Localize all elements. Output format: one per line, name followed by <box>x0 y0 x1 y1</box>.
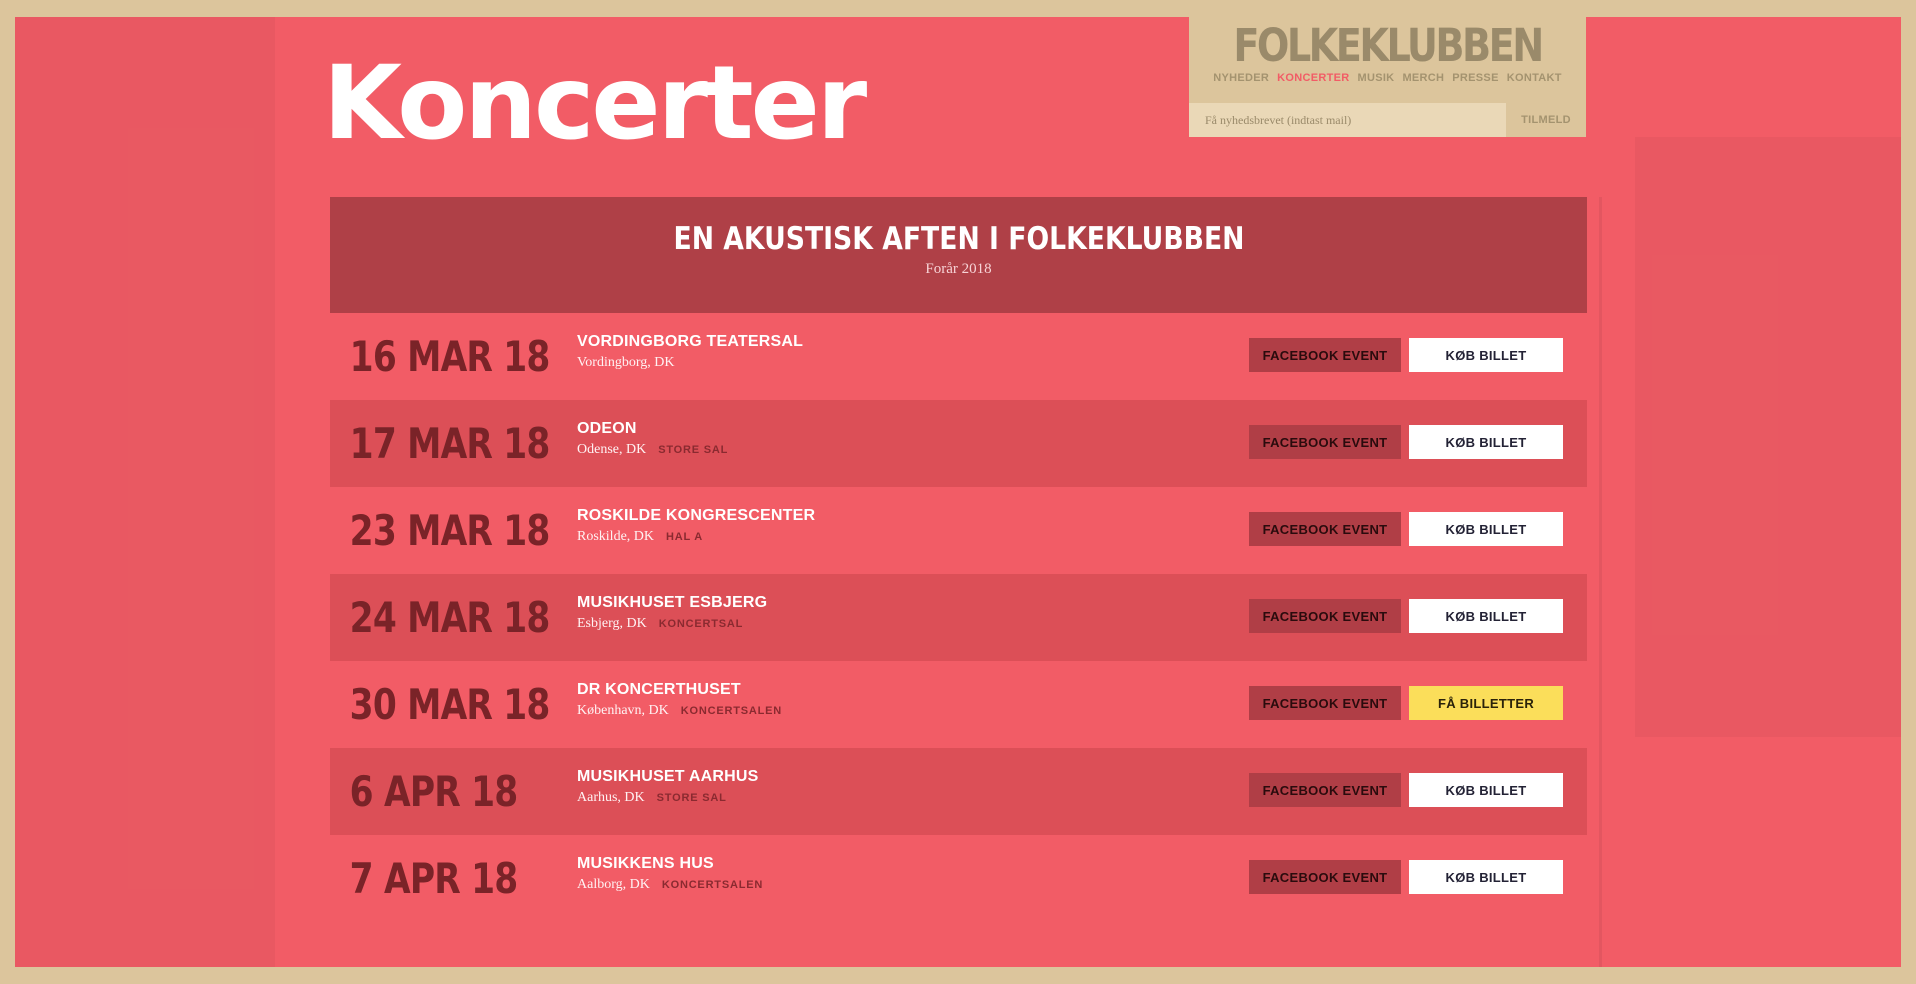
facebook-event-button[interactable]: FACEBOOK EVENT <box>1249 425 1401 459</box>
tour-header: EN AKUSTISK AFTEN I FOLKEKLUBBEN Forår 2… <box>330 197 1587 313</box>
newsletter-form: TILMELD <box>1189 103 1586 137</box>
venue-hall: KONCERTSAL <box>658 618 744 630</box>
venue-location: Esbjerg, DK KONCERTSAL <box>577 616 767 632</box>
venue-info: MUSIKHUSET AARHUS Aarhus, DK STORE SAL <box>577 768 758 806</box>
concert-date: 7 APR 18 <box>349 854 519 903</box>
venue-location: Odense, DK STORE SAL <box>577 442 728 458</box>
buy-ticket-button[interactable]: KØB BILLET <box>1409 599 1563 633</box>
venue-hall: STORE SAL <box>658 444 729 456</box>
concert-row: 17 MAR 18 ODEON Odense, DK STORE SAL FAC… <box>330 400 1587 487</box>
concert-date: 30 MAR 18 <box>349 680 551 729</box>
nav-item-musik[interactable]: MUSIK <box>1357 72 1394 84</box>
facebook-event-button[interactable]: FACEBOOK EVENT <box>1249 512 1401 546</box>
venue-name: MUSIKHUSET AARHUS <box>577 768 759 785</box>
facebook-event-button[interactable]: FACEBOOK EVENT <box>1249 773 1401 807</box>
page-title: Koncerter <box>323 44 867 163</box>
concert-date: 24 MAR 18 <box>349 593 551 642</box>
concert-row: 30 MAR 18 DR KONCERTHUSET København, DK … <box>330 661 1587 748</box>
brand-header: FOLKEKLUBBEN NYHEDER KONCERTER MUSIK MER… <box>1189 17 1586 137</box>
nav-item-presse[interactable]: PRESSE <box>1452 72 1498 84</box>
venue-name: VORDINGBORG TEATERSAL <box>577 333 804 350</box>
panel-divider <box>1599 197 1602 967</box>
venue-name: ROSKILDE KONGRESCENTER <box>577 507 816 524</box>
newsletter-signup-button[interactable]: TILMELD <box>1506 103 1586 137</box>
concert-date: 6 APR 18 <box>349 767 519 816</box>
facebook-event-button[interactable]: FACEBOOK EVENT <box>1249 338 1401 372</box>
concert-row: 7 APR 18 MUSIKKENS HUS Aalborg, DK KONCE… <box>330 835 1587 922</box>
venue-city: Esbjerg, DK <box>577 616 647 631</box>
venue-city: Aalborg, DK <box>577 877 650 892</box>
concert-date: 23 MAR 18 <box>349 506 551 555</box>
get-tickets-button[interactable]: FÅ BILLETTER <box>1409 686 1563 720</box>
row-actions: FACEBOOK EVENT FÅ BILLETTER <box>1249 686 1563 720</box>
venue-location: Vordingborg, DK <box>577 355 803 371</box>
venue-location: København, DK KONCERTSALEN <box>577 703 782 719</box>
logo[interactable]: FOLKEKLUBBEN <box>1219 19 1556 72</box>
facebook-event-button[interactable]: FACEBOOK EVENT <box>1249 686 1401 720</box>
concert-row: 16 MAR 18 VORDINGBORG TEATERSAL Vordingb… <box>330 313 1587 400</box>
nav-item-nyheder[interactable]: NYHEDER <box>1213 72 1269 84</box>
concert-row: 23 MAR 18 ROSKILDE KONGRESCENTER Roskild… <box>330 487 1587 574</box>
venue-info: ROSKILDE KONGRESCENTER Roskilde, DK HAL … <box>577 507 815 545</box>
venue-hall: STORE SAL <box>656 792 727 804</box>
concert-date: 16 MAR 18 <box>349 332 551 381</box>
background-decoration <box>1635 137 1901 737</box>
buy-ticket-button[interactable]: KØB BILLET <box>1409 425 1563 459</box>
venue-city: København, DK <box>577 703 669 718</box>
row-actions: FACEBOOK EVENT KØB BILLET <box>1249 338 1563 372</box>
venue-info: VORDINGBORG TEATERSAL Vordingborg, DK <box>577 333 803 371</box>
venue-city: Aarhus, DK <box>577 790 645 805</box>
tour-title: EN AKUSTISK AFTEN I FOLKEKLUBBEN <box>672 221 1245 257</box>
venue-name: ODEON <box>577 420 637 437</box>
row-actions: FACEBOOK EVENT KØB BILLET <box>1249 512 1563 546</box>
buy-ticket-button[interactable]: KØB BILLET <box>1409 512 1563 546</box>
facebook-event-button[interactable]: FACEBOOK EVENT <box>1249 599 1401 633</box>
venue-hall: HAL A <box>666 531 703 543</box>
venue-name: MUSIKKENS HUS <box>577 855 714 872</box>
nav-item-koncerter[interactable]: KONCERTER <box>1277 72 1349 84</box>
concert-list: EN AKUSTISK AFTEN I FOLKEKLUBBEN Forår 2… <box>330 197 1587 922</box>
tour-subtitle: Forår 2018 <box>925 261 992 277</box>
venue-city: Vordingborg, DK <box>577 355 675 370</box>
row-actions: FACEBOOK EVENT KØB BILLET <box>1249 773 1563 807</box>
background-decoration <box>15 17 275 967</box>
concert-row: 24 MAR 18 MUSIKHUSET ESBJERG Esbjerg, DK… <box>330 574 1587 661</box>
venue-location: Aalborg, DK KONCERTSALEN <box>577 877 763 893</box>
venue-info: DR KONCERTHUSET København, DK KONCERTSAL… <box>577 681 782 719</box>
venue-info: MUSIKKENS HUS Aalborg, DK KONCERTSALEN <box>577 855 763 893</box>
venue-city: Odense, DK <box>577 442 647 457</box>
venue-info: ODEON Odense, DK STORE SAL <box>577 420 728 458</box>
venue-hall: KONCERTSALEN <box>661 879 764 891</box>
buy-ticket-button[interactable]: KØB BILLET <box>1409 338 1563 372</box>
venue-name: DR KONCERTHUSET <box>577 681 741 698</box>
venue-city: Roskilde, DK <box>577 529 654 544</box>
row-actions: FACEBOOK EVENT KØB BILLET <box>1249 860 1563 894</box>
buy-ticket-button[interactable]: KØB BILLET <box>1409 773 1563 807</box>
venue-hall: KONCERTSALEN <box>680 705 783 717</box>
buy-ticket-button[interactable]: KØB BILLET <box>1409 860 1563 894</box>
row-actions: FACEBOOK EVENT KØB BILLET <box>1249 599 1563 633</box>
main-nav: NYHEDER KONCERTER MUSIK MERCH PRESSE KON… <box>1189 72 1586 84</box>
page-background: Koncerter FOLKEKLUBBEN NYHEDER KONCERTER… <box>15 17 1901 967</box>
venue-info: MUSIKHUSET ESBJERG Esbjerg, DK KONCERTSA… <box>577 594 767 632</box>
concert-date: 17 MAR 18 <box>349 419 551 468</box>
facebook-event-button[interactable]: FACEBOOK EVENT <box>1249 860 1401 894</box>
newsletter-email-input[interactable] <box>1189 103 1506 137</box>
nav-item-kontakt[interactable]: KONTAKT <box>1507 72 1562 84</box>
venue-location: Roskilde, DK HAL A <box>577 529 815 545</box>
row-actions: FACEBOOK EVENT KØB BILLET <box>1249 425 1563 459</box>
venue-name: MUSIKHUSET ESBJERG <box>577 594 768 611</box>
venue-location: Aarhus, DK STORE SAL <box>577 790 758 806</box>
concert-row: 6 APR 18 MUSIKHUSET AARHUS Aarhus, DK ST… <box>330 748 1587 835</box>
nav-item-merch[interactable]: MERCH <box>1402 72 1444 84</box>
